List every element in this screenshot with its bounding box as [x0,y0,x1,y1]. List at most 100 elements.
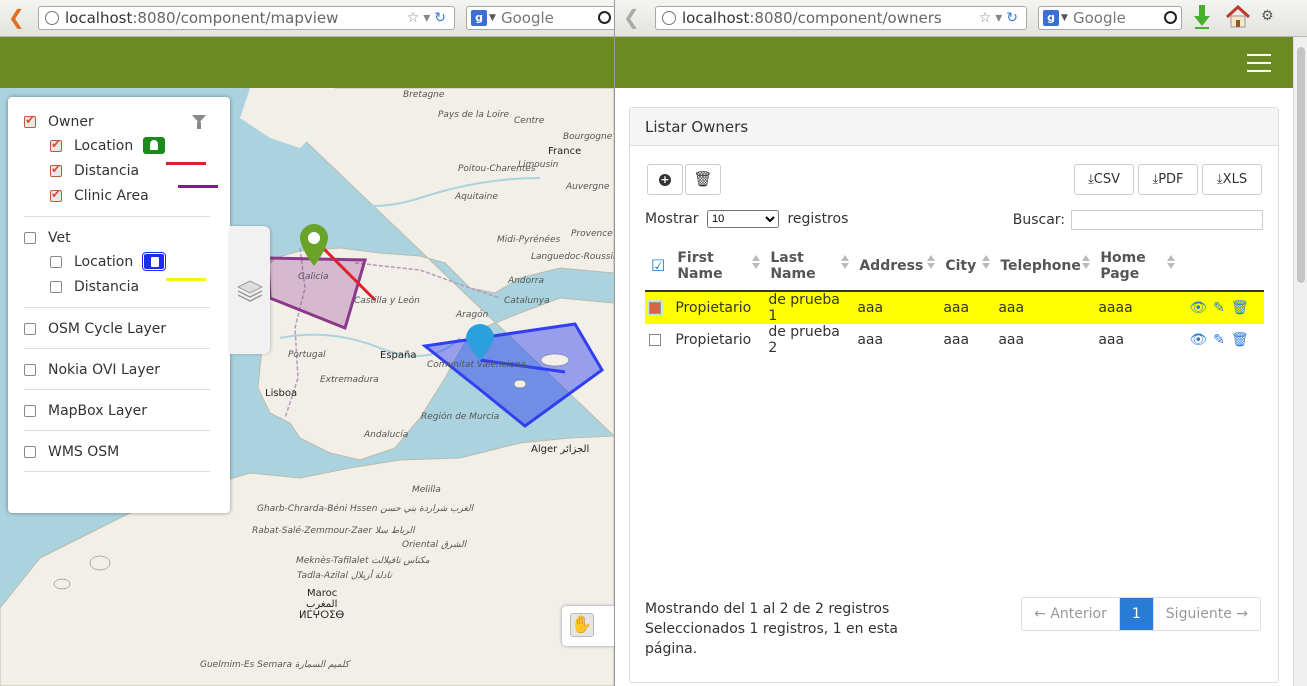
layer-owner-location[interactable]: Location [24,133,210,158]
select-all-icon[interactable]: ☑ [651,256,665,275]
next-page-button[interactable]: Siguiente → [1152,598,1260,630]
view-icon[interactable]: 👁 [1189,332,1207,348]
page-1-button[interactable]: 1 [1118,598,1153,630]
owner-clinic-area-checkbox[interactable] [50,187,62,202]
map-label: Rabat-Salé-Zemmour-Zaer الرباط سلا [252,526,415,536]
owner-distancia-checkbox[interactable] [50,162,62,177]
globe-icon [662,11,676,25]
scrollbar[interactable] [1293,37,1307,686]
map-label: Pays de la Loire [438,110,510,120]
export-xls-button[interactable]: ⤓XLS [1202,164,1262,195]
extension-icon[interactable]: ⚙ [1261,8,1274,24]
select-all-header[interactable]: ☑ [645,241,672,292]
panel-title: Listar Owners [630,108,1278,146]
pan-tool[interactable]: ✋ [562,606,614,646]
back-arrow-icon[interactable]: ❮ [623,6,640,28]
map-label: France [548,146,582,157]
search-icon[interactable] [1164,11,1177,24]
layer-wms-osm[interactable]: WMS OSM [24,441,210,463]
prev-page-button[interactable]: ← Anterior [1022,598,1119,630]
layer-osm-cycle[interactable]: OSM Cycle Layer [24,318,210,340]
layer-toggle-button[interactable] [229,226,270,354]
layer-label: OSM Cycle Layer [48,321,167,337]
col-label: City [945,257,977,274]
table-search-input[interactable] [1071,210,1263,230]
export-csv-button[interactable]: ⤓CSV [1074,164,1134,195]
browser-toolbar: ❮ localhost:8080/component/mapview ☆▾↻ g… [0,0,614,37]
back-arrow-icon[interactable]: ❮ [8,6,25,28]
address-bar[interactable]: localhost:8080/component/owners ☆▾↻ [655,6,1027,30]
address-bar[interactable]: localhost:8080/component/mapview ☆▾↻ [38,6,455,30]
col-address[interactable]: Address [853,241,940,292]
trash-icon[interactable]: 🗑 [1231,332,1249,348]
export-xls-label: XLS [1222,172,1248,187]
layer-owner-clinic-area[interactable]: Clinic Area [24,183,218,208]
reload-icon: ↻ [434,10,450,26]
mostrar-label: Mostrar [645,211,699,227]
row-select-cell[interactable] [645,324,671,356]
cell-first: Propietario [675,332,752,348]
owner-checkbox[interactable] [24,113,36,128]
vet-location-checkbox[interactable] [50,255,62,268]
layer-vet-location[interactable]: Location [24,249,210,274]
delete-button[interactable]: 🗑 [685,164,721,195]
col-last-name[interactable]: Last Name [764,241,854,292]
sort-icon [752,255,761,269]
trash-icon[interactable]: 🗑 [1231,300,1249,316]
layer-label: Location [74,253,134,270]
edit-icon[interactable]: ✎ [1213,300,1225,316]
map-label: Aquitaine [455,192,498,202]
chevron-down-icon[interactable]: ▼ [489,7,496,29]
map-label: Andorra [508,276,544,286]
osm-cycle-checkbox[interactable] [24,323,36,335]
map-label: Castilla y León [354,296,420,306]
col-home-page[interactable]: Home Page [1094,241,1180,292]
app-header [0,37,614,88]
search-icon[interactable] [598,11,611,24]
row-checkbox[interactable] [649,334,661,346]
search-placeholder: Google [1073,9,1126,27]
row-checkbox[interactable] [649,302,661,314]
bookmark-star-icon[interactable]: ☆▾↻ [979,7,1022,29]
map-label: España [380,350,417,361]
row-select-cell[interactable] [645,291,672,324]
download-icon[interactable] [1193,4,1211,30]
map-label: Bretagne [403,90,445,100]
layer-owner-distancia[interactable]: Distancia [24,158,210,183]
nokia-ovi-checkbox[interactable] [24,364,36,376]
col-first-name[interactable]: First Name [671,241,765,292]
layer-owner[interactable]: Owner [24,111,210,133]
add-button[interactable]: + [647,164,683,195]
col-city[interactable]: City [939,241,995,292]
vet-checkbox[interactable] [24,232,36,244]
layer-mapbox[interactable]: MapBox Layer [24,400,210,422]
mapbox-checkbox[interactable] [24,405,36,417]
map-label: Portugal [288,350,326,360]
table-row[interactable]: Propietario de prueba 1 aaa aaa aaa aaaa… [645,291,1264,324]
vet-distancia-checkbox[interactable] [50,280,62,293]
map-label: Melilla [412,485,441,495]
menu-icon[interactable] [1247,54,1271,78]
page-length-select[interactable]: 10 [706,210,779,228]
selection-info: Seleccionados 1 registros, 1 en esta pág… [645,621,898,657]
owner-location-checkbox[interactable] [50,137,62,152]
layer-nokia-ovi[interactable]: Nokia OVI Layer [24,359,210,381]
search-box[interactable]: g ▼ Google [466,6,614,30]
layers-icon [237,280,263,302]
export-pdf-button[interactable]: ⤓PDF [1138,164,1198,195]
scrollbar-thumb[interactable] [1297,47,1305,283]
chevron-down-icon[interactable]: ▼ [1061,7,1068,29]
layer-vet[interactable]: Vet [24,227,210,249]
layer-vet-distancia[interactable]: Distancia [24,274,210,299]
filter-icon[interactable] [192,115,206,129]
col-telephone[interactable]: Telephone [994,241,1095,292]
table-row[interactable]: Propietario de prueba 2 aaa aaa aaa aaa … [645,324,1264,356]
bookmark-star-icon[interactable]: ☆▾↻ [407,7,450,29]
wms-osm-checkbox[interactable] [24,446,36,458]
view-icon[interactable]: 👁 [1189,300,1207,316]
cell-address: aaa [853,291,940,324]
edit-icon[interactable]: ✎ [1213,332,1225,348]
plus-icon: + [659,172,671,186]
home-icon[interactable] [1225,4,1251,30]
search-box[interactable]: g ▼ Google [1038,6,1182,30]
